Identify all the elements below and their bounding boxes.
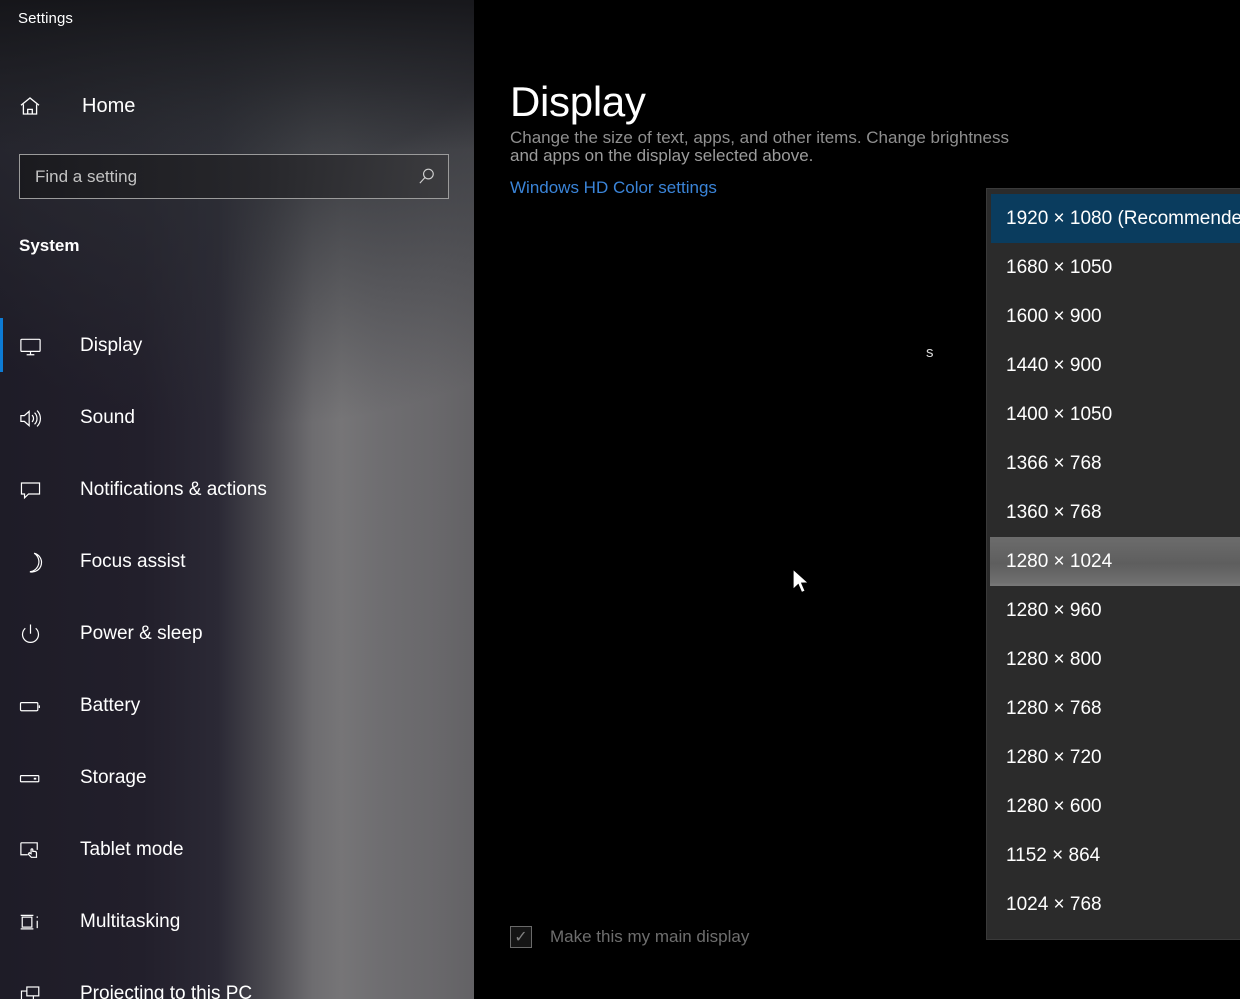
selection-accent-bar: [0, 318, 3, 372]
moon-icon: [18, 550, 52, 575]
dropdown-option[interactable]: 1366 × 768: [987, 439, 1240, 488]
sidebar-item-label: Power & sleep: [80, 623, 203, 644]
resolution-dropdown-flyout[interactable]: 1920 × 1080 (Recommended) 1680 × 1050 16…: [986, 188, 1240, 940]
dropdown-option[interactable]: 1280 × 800: [987, 635, 1240, 684]
sidebar-item-home[interactable]: Home: [0, 84, 474, 128]
sidebar-item-focus-assist[interactable]: Focus assist: [0, 526, 474, 598]
dropdown-option[interactable]: 1400 × 1050: [987, 390, 1240, 439]
battery-icon: [18, 694, 52, 719]
sidebar-group-heading: System: [19, 236, 80, 255]
make-main-display-row[interactable]: ✓ Make this my main display: [510, 926, 749, 948]
sidebar-item-label: Multitasking: [80, 911, 181, 932]
window-title: Settings: [18, 10, 73, 27]
chat-bubble-icon: [18, 478, 52, 503]
home-label: Home: [82, 94, 136, 117]
dropdown-option[interactable]: 1360 × 768: [987, 488, 1240, 537]
windows-hd-color-settings-link[interactable]: Windows HD Color settings: [510, 178, 717, 198]
sidebar-item-multitasking[interactable]: Multitasking: [0, 886, 474, 958]
make-main-display-label: Make this my main display: [550, 927, 750, 946]
drive-icon: [18, 766, 52, 791]
sidebar-item-label: Storage: [80, 767, 147, 788]
display-description-line1: Change the size of text, apps, and other…: [510, 128, 1009, 147]
sidebar-nav-list: Display Sound Notifications & actions Fo…: [0, 310, 474, 999]
sidebar-item-storage[interactable]: Storage: [0, 742, 474, 814]
speaker-icon: [18, 406, 52, 431]
sidebar: Settings Home System: [0, 0, 474, 999]
sidebar-item-label: Tablet mode: [80, 839, 184, 860]
dropdown-option[interactable]: 1152 × 864: [987, 831, 1240, 880]
sidebar-item-label: Display: [80, 335, 143, 356]
sidebar-item-label: Sound: [80, 407, 135, 428]
power-icon: [18, 622, 52, 647]
dropdown-option[interactable]: 1280 × 600: [987, 782, 1240, 831]
dropdown-option[interactable]: 1024 × 768: [987, 880, 1240, 929]
dropdown-option[interactable]: 1280 × 720: [987, 733, 1240, 782]
settings-window: Settings Home System: [0, 0, 1240, 999]
home-icon: [18, 94, 50, 118]
monitor-icon: [18, 334, 52, 359]
sidebar-item-display[interactable]: Display: [0, 310, 474, 382]
main-content: Display Change the size of text, apps, a…: [474, 0, 1240, 999]
make-main-display-checkbox[interactable]: ✓: [510, 926, 532, 948]
dropdown-option[interactable]: 1680 × 1050: [987, 243, 1240, 292]
dropdown-option[interactable]: 1600 × 900: [987, 292, 1240, 341]
display-description-line2: and apps on the display selected above.: [510, 146, 814, 165]
sidebar-item-label: Battery: [80, 695, 141, 716]
sidebar-item-projecting-to-this-pc[interactable]: Projecting to this PC: [0, 958, 474, 999]
sidebar-item-notifications-actions[interactable]: Notifications & actions: [0, 454, 474, 526]
dropdown-option[interactable]: 1280 × 1024: [990, 537, 1240, 586]
dropdown-option[interactable]: 1280 × 960: [987, 586, 1240, 635]
sidebar-item-label: Notifications & actions: [80, 479, 267, 500]
search-input[interactable]: [20, 155, 404, 198]
dropdown-option[interactable]: 1440 × 900: [987, 341, 1240, 390]
sidebar-item-battery[interactable]: Battery: [0, 670, 474, 742]
page-title: Display: [510, 78, 646, 125]
obscured-text-fragment: s: [926, 344, 934, 361]
sidebar-item-tablet-mode[interactable]: Tablet mode: [0, 814, 474, 886]
sidebar-item-label: Projecting to this PC: [80, 983, 253, 999]
project-screen-icon: [18, 982, 52, 999]
sidebar-item-label: Focus assist: [80, 551, 186, 572]
multitasking-icon: [18, 910, 52, 935]
dropdown-option[interactable]: 1920 × 1080 (Recommended): [991, 194, 1240, 243]
dropdown-option[interactable]: 1280 × 768: [987, 684, 1240, 733]
search-box[interactable]: [19, 154, 449, 199]
sidebar-item-power-sleep[interactable]: Power & sleep: [0, 598, 474, 670]
search-icon[interactable]: [404, 167, 448, 186]
tablet-hand-icon: [18, 838, 52, 863]
sidebar-item-sound[interactable]: Sound: [0, 382, 474, 454]
